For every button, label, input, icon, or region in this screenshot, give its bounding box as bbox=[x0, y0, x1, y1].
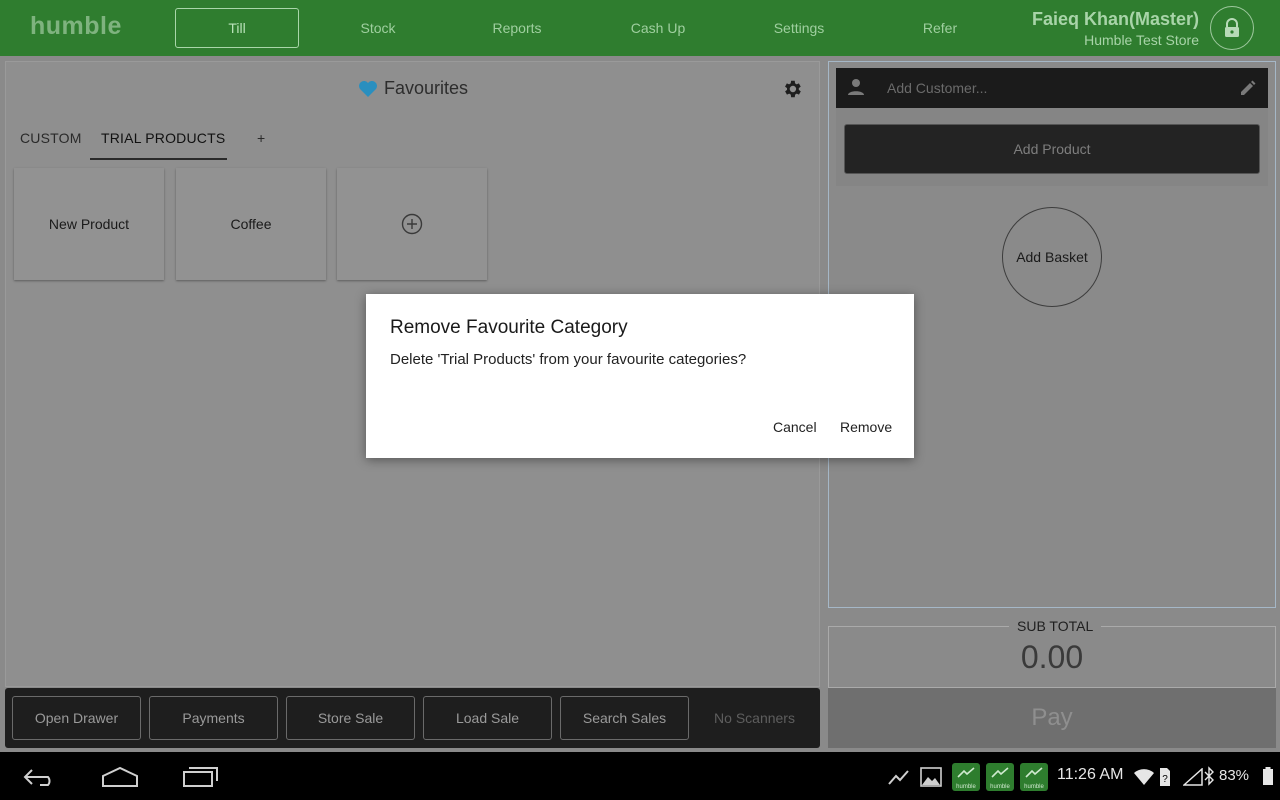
nav-cash-up[interactable]: Cash Up bbox=[596, 8, 720, 48]
cancel-button[interactable]: Cancel bbox=[773, 419, 817, 435]
active-tab-indicator bbox=[90, 158, 227, 160]
app-chip-label: humble bbox=[1024, 784, 1044, 790]
product-tile[interactable]: New Product bbox=[14, 168, 164, 280]
bluetooth-icon bbox=[1204, 766, 1214, 786]
app-chip-label: humble bbox=[956, 784, 976, 790]
remove-category-dialog: Remove Favourite Category Delete 'Trial … bbox=[366, 294, 914, 458]
signal-icon bbox=[1183, 768, 1203, 786]
sim-unknown-icon: ? bbox=[1160, 768, 1170, 786]
user-info: Faieq Khan(Master) Humble Test Store bbox=[1032, 9, 1199, 48]
add-product-button[interactable]: Add Product bbox=[844, 124, 1260, 174]
product-tile[interactable]: Coffee bbox=[176, 168, 326, 280]
action-bar: Open Drawer Payments Store Sale Load Sal… bbox=[5, 688, 820, 748]
pencil-icon[interactable] bbox=[1238, 78, 1258, 98]
tab-custom[interactable]: CUSTOM bbox=[20, 130, 82, 146]
back-icon[interactable] bbox=[22, 766, 58, 788]
user-name: Faieq Khan(Master) bbox=[1031, 9, 1199, 29]
battery-icon bbox=[1263, 767, 1273, 785]
trend-icon bbox=[888, 770, 909, 785]
nav-settings[interactable]: Settings bbox=[737, 8, 861, 48]
subtotal-label: SUB TOTAL bbox=[1009, 618, 1102, 634]
add-basket-button[interactable]: Add Basket bbox=[1002, 207, 1102, 307]
nav-stock[interactable]: Stock bbox=[316, 8, 440, 48]
app-chip-label: humble bbox=[990, 784, 1010, 790]
pay-button[interactable]: Pay bbox=[828, 688, 1276, 748]
dialog-title: Remove Favourite Category bbox=[390, 317, 628, 338]
gear-icon[interactable] bbox=[781, 78, 803, 100]
battery-level: 83% bbox=[1219, 767, 1250, 784]
clock: 11:26 AM bbox=[1057, 766, 1124, 783]
nav-till[interactable]: Till bbox=[175, 8, 299, 48]
payments-button[interactable]: Payments bbox=[149, 696, 278, 740]
lock-icon bbox=[1225, 18, 1239, 37]
favourites-title: Favourites bbox=[384, 78, 469, 98]
svg-text:?: ? bbox=[1162, 774, 1168, 785]
humble-app-notification-icon: humble bbox=[1020, 763, 1048, 791]
person-icon bbox=[848, 79, 864, 95]
plus-circle-icon bbox=[401, 213, 423, 235]
tab-trial-products[interactable]: TRIAL PRODUCTS bbox=[101, 130, 225, 146]
customer-bar[interactable]: Add Customer... bbox=[836, 68, 1268, 108]
humble-app-notification-icon: humble bbox=[986, 763, 1014, 791]
humble-app-notification-icon: humble bbox=[952, 763, 980, 791]
nav-refer[interactable]: Refer bbox=[878, 8, 1002, 48]
remove-button[interactable]: Remove bbox=[840, 419, 892, 435]
add-customer-field[interactable]: Add Customer... bbox=[887, 80, 987, 96]
image-icon bbox=[920, 767, 942, 787]
heart-icon bbox=[359, 80, 377, 97]
lock-button[interactable] bbox=[1210, 6, 1254, 50]
app-logo: humble bbox=[30, 12, 122, 40]
add-product-tile[interactable] bbox=[337, 168, 487, 280]
scanner-status: No Scanners bbox=[714, 710, 795, 726]
store-name: Humble Test Store bbox=[1084, 32, 1199, 48]
wifi-icon bbox=[1134, 769, 1154, 785]
tab-add-category[interactable]: + bbox=[257, 130, 265, 146]
favourites-header: Favourites bbox=[358, 78, 468, 99]
add-product-area: Add Product bbox=[836, 108, 1268, 186]
store-sale-button[interactable]: Store Sale bbox=[286, 696, 415, 740]
dialog-message: Delete 'Trial Products' from your favour… bbox=[390, 351, 747, 368]
system-nav-bar: humble humble humble 11:26 AM ? 83% bbox=[0, 752, 1280, 800]
subtotal-box: SUB TOTAL 0.00 bbox=[828, 618, 1276, 688]
home-icon[interactable] bbox=[101, 766, 139, 788]
search-sales-button[interactable]: Search Sales bbox=[560, 696, 689, 740]
open-drawer-button[interactable]: Open Drawer bbox=[12, 696, 141, 740]
top-bar: humble Till Stock Reports Cash Up Settin… bbox=[0, 0, 1280, 56]
load-sale-button[interactable]: Load Sale bbox=[423, 696, 552, 740]
recent-apps-icon[interactable] bbox=[182, 766, 220, 788]
subtotal-value: 0.00 bbox=[1020, 639, 1084, 675]
nav-reports[interactable]: Reports bbox=[455, 8, 579, 48]
